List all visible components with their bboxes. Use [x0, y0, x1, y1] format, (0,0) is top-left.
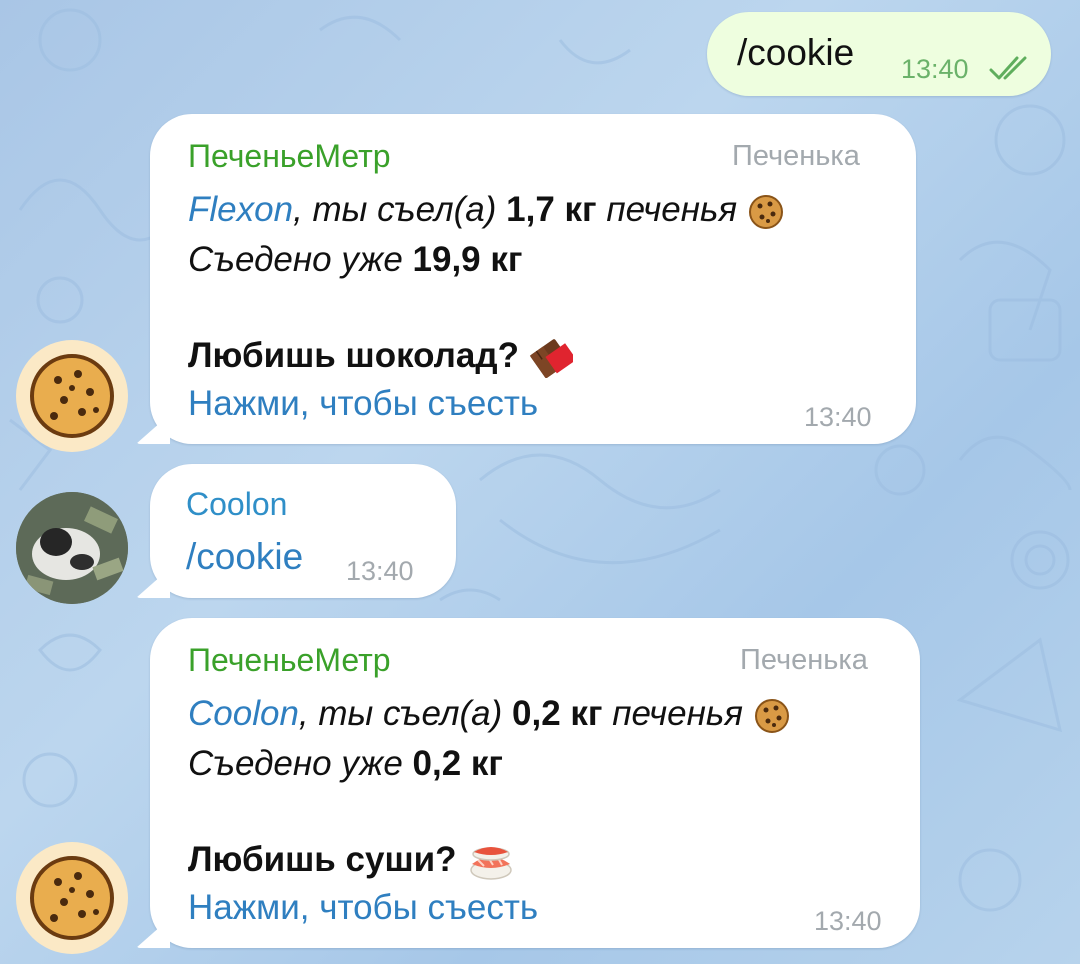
message-time: 13:40	[346, 556, 414, 586]
question-line: Любишь суши?	[188, 840, 516, 882]
eat-link[interactable]: Нажми, чтобы съесть	[188, 384, 538, 424]
cookie-icon	[30, 856, 114, 940]
cookie-avatar[interactable]	[16, 340, 128, 452]
sender-tag: Печенька	[732, 140, 860, 172]
cookie-icon	[30, 354, 114, 438]
sender-name[interactable]: Coolon	[186, 486, 287, 523]
message-line-1: Flexon, ты съел(а) 1,7 кг печенья	[188, 190, 785, 231]
bot-message[interactable]: ПеченьеМетр Печенька Flexon, ты съел(а) …	[136, 114, 916, 444]
message-time: 13:40	[901, 54, 969, 84]
bubble-tail	[136, 568, 170, 598]
message-line-1: Coolon, ты съел(а) 0,2 кг печенья	[188, 694, 791, 735]
sender-name[interactable]: ПеченьеМетр	[188, 642, 391, 679]
cookie-emoji	[754, 698, 789, 733]
user-mention[interactable]: Flexon	[188, 190, 293, 229]
chocolate-bar-emoji	[529, 339, 573, 378]
message-line-2: Съедено уже 0,2 кг	[188, 744, 503, 783]
user-mention[interactable]: Coolon	[188, 694, 299, 733]
double-check-icon	[989, 56, 1027, 80]
message-line-2: Съедено уже 19,9 кг	[188, 240, 523, 279]
message-time: 13:40	[804, 402, 872, 432]
outgoing-message[interactable]: /cookie 13:40	[707, 12, 1051, 96]
sender-name[interactable]: ПеченьеМетр	[188, 138, 391, 175]
cat-photo	[16, 492, 128, 604]
message-text: /cookie	[186, 536, 304, 577]
sender-tag: Печенька	[740, 644, 868, 676]
bubble-tail	[136, 414, 170, 444]
cat-photo-avatar[interactable]	[16, 492, 128, 604]
bubble-tail	[136, 918, 170, 948]
bot-message[interactable]: ПеченьеМетр Печенька Coolon, ты съел(а) …	[136, 618, 920, 948]
user-message[interactable]: Coolon /cookie 13:40	[136, 464, 456, 598]
sushi-emoji	[470, 846, 513, 880]
cookie-avatar[interactable]	[16, 842, 128, 954]
message-text: /cookie	[737, 32, 855, 73]
message-time: 13:40	[814, 906, 882, 936]
eat-link[interactable]: Нажми, чтобы съесть	[188, 888, 538, 928]
cookie-emoji	[748, 194, 783, 229]
question-line: Любишь шоколад?	[188, 336, 573, 378]
